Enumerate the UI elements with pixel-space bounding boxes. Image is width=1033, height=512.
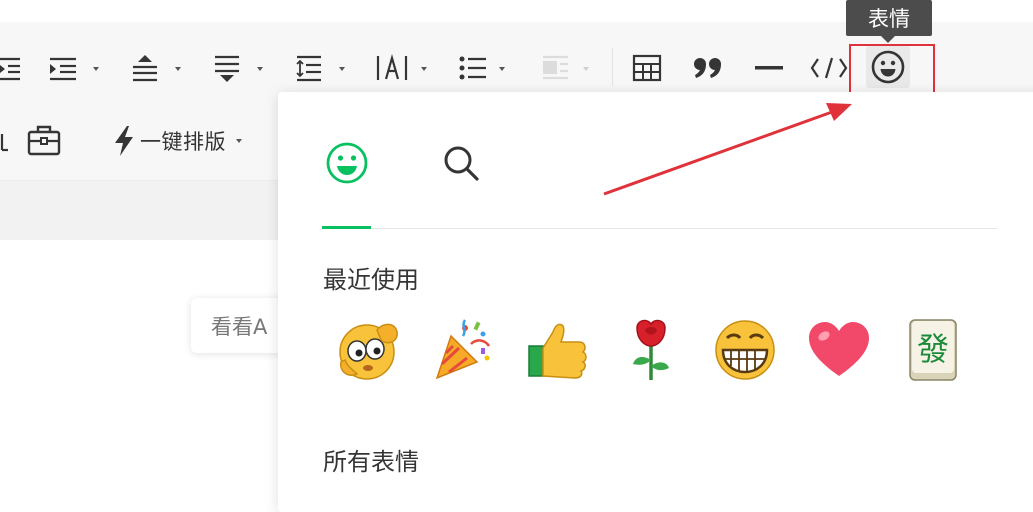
annotation-arrow [603,103,852,196]
